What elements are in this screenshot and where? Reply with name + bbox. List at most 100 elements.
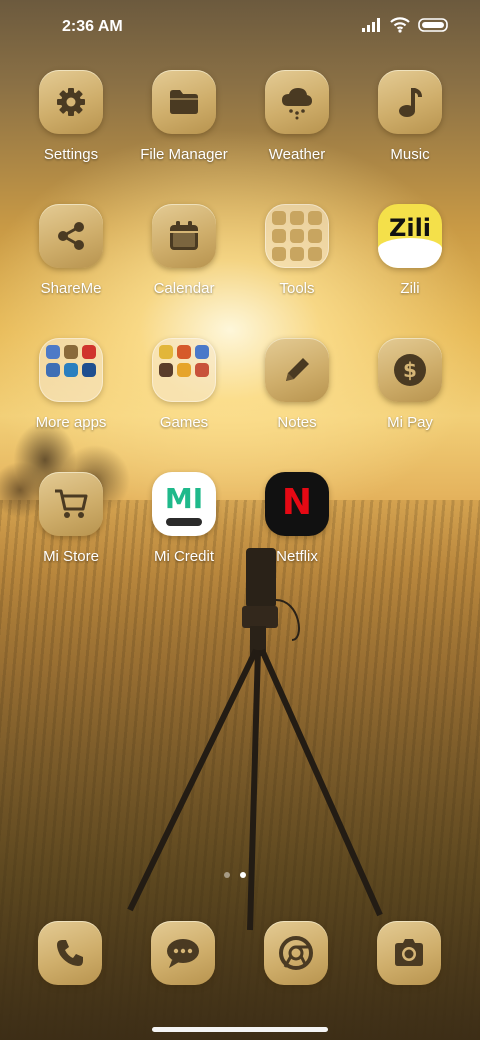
mi-credit-logo: MI [152, 472, 216, 536]
app-netflix[interactable]: N Netflix [241, 472, 353, 565]
mini-app-icon [195, 345, 209, 359]
app-label: Games [159, 414, 209, 431]
app-more-apps-folder[interactable]: More apps [15, 338, 127, 431]
signal-icon [362, 18, 380, 32]
mini-app-icon [177, 345, 191, 359]
dock-messages[interactable] [151, 921, 215, 985]
mini-app-icon [82, 345, 96, 359]
app-zili[interactable]: Zili Zili [354, 204, 466, 297]
app-label: ShareMe [40, 280, 102, 297]
app-label: More apps [35, 414, 107, 431]
page-dot[interactable] [224, 872, 230, 878]
mini-app-icon [64, 363, 78, 377]
app-label: Tools [279, 280, 315, 297]
svg-text:$: $ [403, 358, 417, 382]
app-weather[interactable]: Weather [241, 70, 353, 163]
app-tile [39, 204, 103, 268]
dock-tile [264, 921, 328, 985]
battery-icon [418, 18, 448, 32]
folder-preview [39, 338, 103, 402]
app-tile [265, 338, 329, 402]
mini-app-icon [159, 345, 173, 359]
app-label: Mi Pay [387, 414, 433, 431]
folder-preview [152, 338, 216, 402]
app-tools-folder[interactable]: Tools [241, 204, 353, 297]
netflix-logo-text: N [281, 482, 313, 523]
gear-icon [57, 88, 85, 116]
app-shareme[interactable]: ShareMe [15, 204, 127, 297]
app-tile: $ [378, 338, 442, 402]
mini-app-icon [290, 229, 304, 243]
app-mi-credit[interactable]: MI Mi Credit [128, 472, 240, 565]
app-tile [39, 70, 103, 134]
mini-app-icon [308, 211, 322, 225]
cloud-rain-icon [282, 88, 312, 120]
mini-app-icon [272, 229, 286, 243]
mini-app-icon [159, 363, 173, 377]
dock-browser[interactable] [264, 921, 328, 985]
app-tile [152, 204, 216, 268]
folder-icon [170, 90, 198, 114]
app-settings[interactable]: Settings [15, 70, 127, 163]
app-label: Music [390, 146, 430, 163]
app-tile [152, 70, 216, 134]
mini-app-icon [46, 363, 60, 377]
page-indicator [224, 872, 246, 878]
app-label: Calendar [153, 280, 215, 297]
app-label: Netflix [276, 548, 318, 565]
app-label: Mi Credit [153, 548, 214, 565]
dock-tile [377, 921, 441, 985]
app-file-manager[interactable]: File Manager [128, 70, 240, 163]
home-indicator-bar[interactable] [152, 1027, 328, 1032]
mini-app-icon [272, 247, 286, 261]
mini-app-icon [46, 345, 60, 359]
dock-camera[interactable] [377, 921, 441, 985]
mini-app-icon [272, 211, 286, 225]
netflix-logo: N [265, 472, 329, 536]
app-label: Settings [43, 146, 99, 163]
mini-app-icon [177, 363, 191, 377]
app-label: Zili [400, 280, 420, 297]
chrome-icon [279, 936, 313, 970]
pencil-icon [286, 358, 309, 381]
app-calendar[interactable]: Calendar [128, 204, 240, 297]
mini-app-icon [290, 211, 304, 225]
mini-app-icon [82, 363, 96, 377]
dock-phone[interactable] [38, 921, 102, 985]
dock-tile [38, 921, 102, 985]
status-time: 2:36 AM [62, 18, 123, 35]
page-dot-active[interactable] [240, 872, 246, 878]
mini-app-icon [195, 363, 209, 377]
mini-app-icon [308, 229, 322, 243]
zili-logo: Zili [378, 204, 442, 268]
folder-preview [265, 204, 329, 268]
calendar-icon [170, 221, 198, 250]
message-icon [167, 939, 199, 968]
music-note-icon [399, 88, 422, 117]
mi-credit-logo-text: MI [164, 482, 204, 515]
mini-app-icon [64, 345, 78, 359]
mini-app-icon [308, 247, 322, 261]
dollar-coin-icon: $ [394, 354, 426, 386]
cart-icon [55, 489, 88, 518]
app-tile [265, 70, 329, 134]
status-icons [362, 17, 450, 33]
app-tile [378, 70, 442, 134]
mini-app-icon [290, 247, 304, 261]
app-label: File Manager [140, 146, 228, 163]
app-music[interactable]: Music [354, 70, 466, 163]
status-bar: 2:36 AM [0, 0, 480, 56]
app-mi-store[interactable]: Mi Store [15, 472, 127, 565]
dock-tile [151, 921, 215, 985]
camera-icon [395, 939, 423, 966]
app-mi-pay[interactable]: $ Mi Pay [354, 338, 466, 431]
wifi-icon [390, 17, 410, 33]
phone-icon [57, 940, 83, 966]
app-label: Notes [277, 414, 317, 431]
app-tile [39, 472, 103, 536]
app-games-folder[interactable]: Games [128, 338, 240, 431]
app-label: Mi Store [43, 548, 99, 565]
zili-logo-text: Zili [388, 214, 432, 242]
app-notes[interactable]: Notes [241, 338, 353, 431]
share-icon [58, 222, 84, 250]
